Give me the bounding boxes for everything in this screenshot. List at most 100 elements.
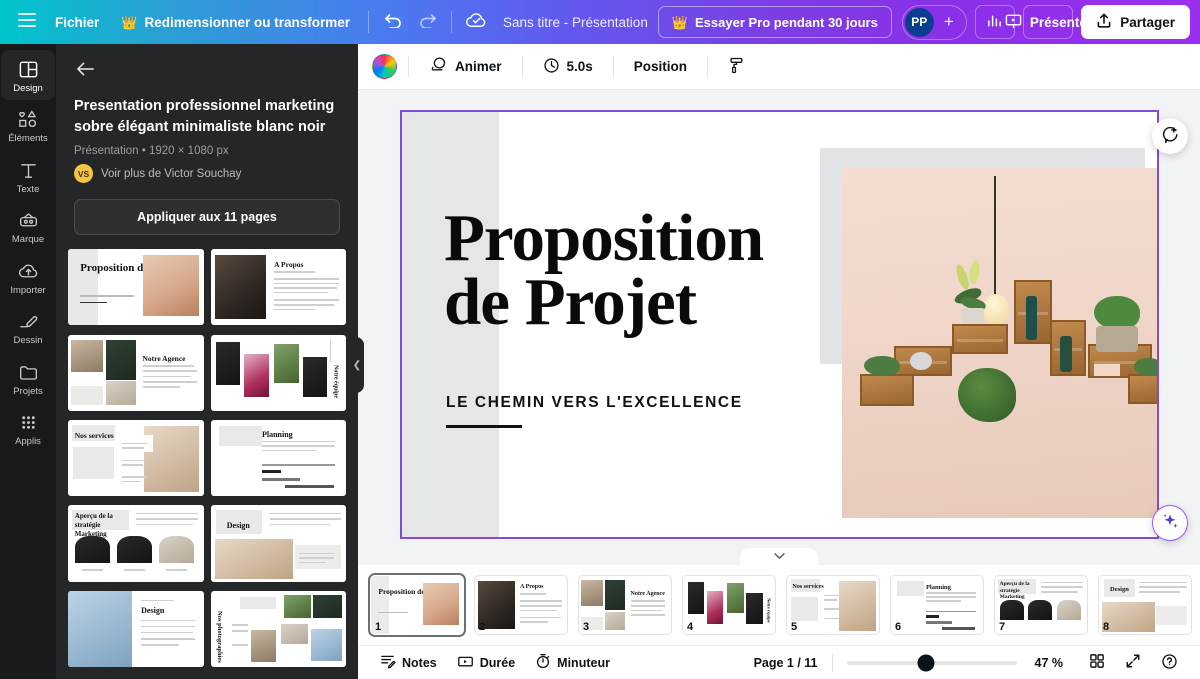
page-thumbnail-title: Notre Agence (630, 591, 665, 598)
page-thumbnail-2[interactable]: A Propos 2 (474, 575, 568, 635)
try-pro-label: Essayer Pro pendant 30 jours (695, 14, 878, 30)
page-thumbnail-3[interactable]: Notre Agence 3 (578, 575, 672, 635)
brand-icon (19, 213, 37, 227)
template-thumb-6[interactable]: Planning (210, 419, 346, 497)
zoom-slider-knob[interactable] (917, 654, 935, 671)
slide-title[interactable]: Proposition de Projet (444, 204, 844, 336)
present-button[interactable]: Présenter (1005, 5, 1092, 39)
canvas-area[interactable]: Proposition de Projet LE CHEMIN VERS L'E… (358, 90, 1200, 565)
document-title-input[interactable]: Sans titre - Présentation (493, 9, 658, 36)
color-picker-button[interactable] (372, 54, 397, 79)
timer-button[interactable]: Minuteur (527, 649, 618, 676)
template-thumb-10[interactable]: Nos photographies (210, 590, 346, 667)
template-thumb-4[interactable]: Notre équipe (210, 334, 346, 411)
page-thumbnail-8[interactable]: Design 8 (1098, 575, 1192, 635)
sidebar-item-label: Projets (13, 385, 43, 397)
redo-button[interactable] (410, 5, 444, 39)
page-thumbnail-5[interactable]: Nos services 5 (786, 575, 880, 635)
template-title: Notre équipe (332, 365, 339, 399)
sidebar-item-label: Dessin (13, 335, 43, 347)
animate-icon (429, 56, 448, 77)
duration-button[interactable]: 5.0s (534, 51, 602, 82)
add-comment-icon (1161, 125, 1180, 148)
author-link[interactable]: VS Voir plus de Victor Souchay (74, 164, 340, 184)
template-title: A Propos (274, 259, 304, 269)
template-thumb-9[interactable]: Design (68, 590, 204, 667)
sidebar-item-label: Marque (11, 234, 45, 246)
chevron-left-icon: ❮ (352, 359, 362, 371)
add-collaborator-button[interactable]: + (936, 9, 962, 35)
saved-status-button[interactable] (459, 5, 493, 39)
zoom-level: 47 % (1034, 655, 1064, 670)
share-button[interactable]: Partager (1081, 5, 1190, 39)
animate-button[interactable]: Animer (420, 51, 511, 82)
slide-subtitle[interactable]: LE CHEMIN VERS L'EXCELLENCE (446, 394, 743, 412)
editor-divider-4 (707, 55, 709, 78)
page-thumbnail-7[interactable]: Aperçu de la stratégie Marketing 7 (994, 575, 1088, 635)
template-title: Nos photographies (215, 610, 223, 663)
page-thumbnail-title: Nos services (792, 583, 824, 590)
template-thumb-2[interactable]: A Propos (210, 249, 346, 326)
help-button[interactable] (1153, 649, 1186, 676)
apply-to-pages-button[interactable]: Appliquer aux 11 pages (74, 199, 340, 236)
style-roller-button[interactable] (719, 51, 754, 82)
text-t-icon (20, 163, 36, 178)
chevron-down-icon (773, 552, 786, 563)
slide-canvas[interactable]: Proposition de Projet LE CHEMIN VERS L'E… (400, 110, 1159, 539)
sidebar-item-draw[interactable]: Dessin (1, 302, 55, 352)
notes-button[interactable]: Notes (372, 649, 445, 676)
undo-button[interactable] (376, 5, 410, 39)
page-thumbnail-1[interactable]: Proposition de Projet 1 (368, 573, 466, 637)
slide-photo[interactable] (842, 168, 1157, 518)
page-number: 2 (479, 621, 486, 633)
sidebar-item-label: Texte (16, 183, 40, 195)
try-pro-button[interactable]: 👑 Essayer Pro pendant 30 jours (657, 6, 892, 38)
template-thumb-7[interactable]: Aperçu de la stratégie Marketing (68, 505, 204, 582)
grid-view-button[interactable] (1081, 649, 1113, 676)
page-number: 3 (583, 621, 590, 633)
toolbar-divider-2 (451, 11, 452, 33)
page-thumbnail-6[interactable]: Planning 6 (890, 575, 984, 635)
sidebar-item-upload[interactable]: Importer (1, 252, 55, 302)
zoom-slider[interactable] (846, 654, 1017, 671)
collapse-panel-button[interactable]: ❮ (350, 337, 364, 393)
sidebar-item-projects[interactable]: Projets (1, 353, 55, 403)
template-thumb-8[interactable]: Design (210, 505, 346, 582)
file-menu-button[interactable]: Fichier (44, 6, 110, 38)
sidebar-item-design[interactable]: Design (1, 50, 55, 101)
design-layout-icon (19, 61, 37, 78)
notes-label: Notes (402, 655, 437, 670)
timer-icon (535, 653, 551, 672)
template-title: Aperçu de la stratégie Marketing (74, 512, 113, 538)
crown-icon: 👑 (121, 14, 138, 30)
sidebar-item-elements[interactable]: Éléments (1, 100, 55, 150)
template-thumb-5[interactable]: Nos services (68, 419, 204, 497)
fullscreen-button[interactable] (1117, 649, 1149, 676)
redo-icon (418, 12, 437, 33)
page-thumbnail-4[interactable]: Notre équipe 4 (682, 575, 776, 635)
toggle-pages-strip-button[interactable] (740, 548, 818, 567)
page-number: 8 (1103, 621, 1110, 633)
template-thumb-3[interactable]: Notre Agence (68, 334, 204, 411)
magic-studio-button[interactable] (1152, 505, 1188, 541)
hamburger-menu-button[interactable] (10, 5, 44, 39)
share-label: Partager (1120, 14, 1175, 30)
template-thumb-1[interactable]: Proposition de Projet (68, 249, 204, 326)
editor-toolbar: Animer 5.0s Position (358, 44, 1200, 90)
position-button[interactable]: Position (625, 51, 696, 82)
add-comment-button[interactable] (1152, 118, 1188, 154)
sidebar-item-text[interactable]: Texte (1, 151, 55, 201)
sidebar-item-brand[interactable]: Marque (1, 201, 55, 251)
top-bar: Fichier 👑 Redimensionner ou transformer … (0, 0, 1200, 44)
panel-back-button[interactable] (70, 56, 100, 86)
page-thumbnail-title: A Propos (520, 584, 544, 591)
left-rail: Design Éléments Texte Marque Importer De… (0, 44, 56, 679)
duration-status-button[interactable]: Durée (449, 649, 523, 676)
sidebar-item-apps[interactable]: Applis (1, 403, 55, 453)
resize-transform-button[interactable]: 👑 Redimensionner ou transformer (110, 6, 361, 38)
file-menu-label: Fichier (55, 14, 100, 30)
avatar[interactable]: PP (904, 7, 934, 37)
sidebar-item-label: Éléments (8, 133, 48, 145)
pages-strip: Proposition de Projet 1 A Propos 2 Notre… (358, 565, 1200, 645)
position-label: Position (633, 59, 688, 74)
